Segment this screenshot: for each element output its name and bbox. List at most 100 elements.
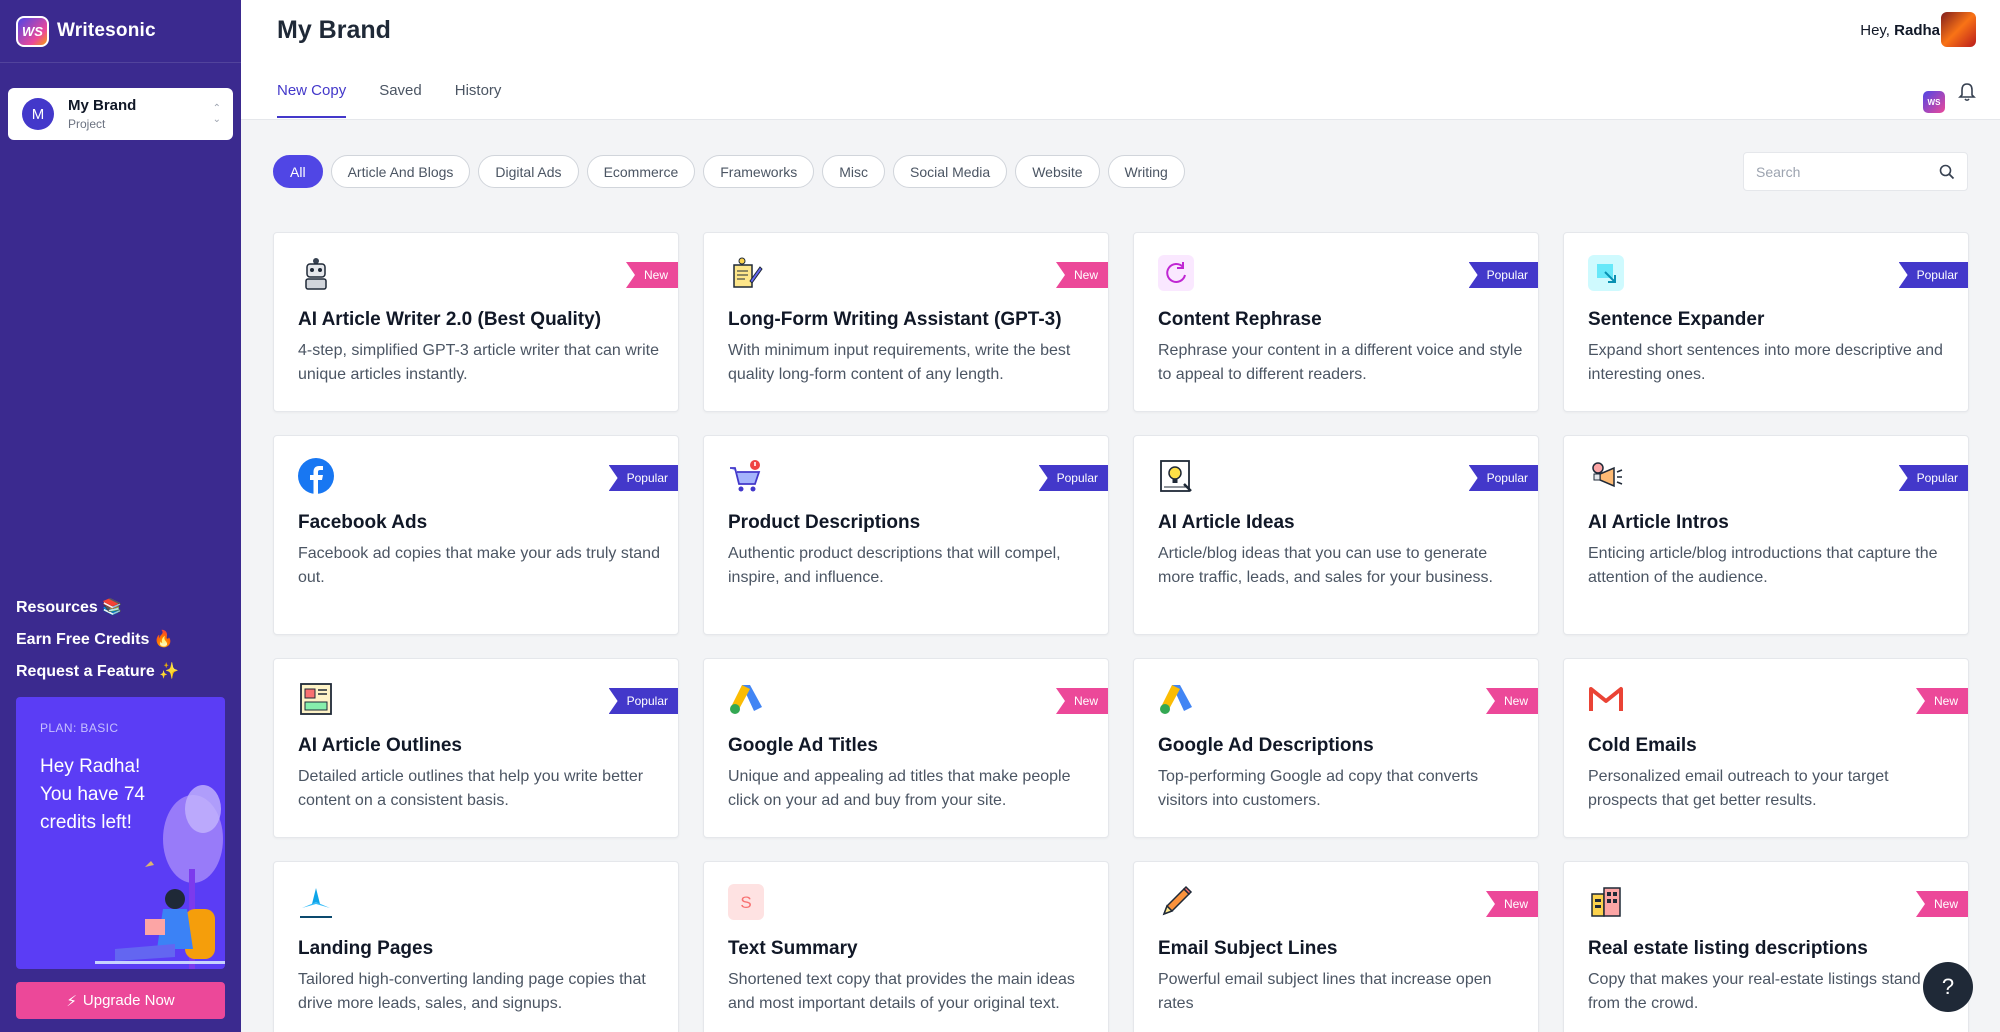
new-badge: New — [1055, 688, 1108, 714]
new-badge: New — [625, 262, 678, 288]
filter-article-and-blogs[interactable]: Article And Blogs — [330, 155, 471, 188]
google-ads-icon — [730, 685, 762, 714]
landing-icon — [300, 888, 332, 918]
card-description: Top-performing Google ad copy that conve… — [1158, 768, 1479, 809]
popular-badge: Popular — [1468, 465, 1538, 491]
writing-pad-icon — [733, 257, 763, 288]
template-card[interactable]: Landing Pages Tailored high-converting l… — [273, 861, 679, 1032]
sidebar-links: Resources 📚 Earn Free Credits 🔥 Request … — [16, 596, 179, 692]
template-card[interactable]: New Long-Form Writing Assistant (GPT-3) … — [703, 232, 1109, 412]
card-description: Rephrase your content in a different voi… — [1158, 342, 1523, 383]
filter-website[interactable]: Website — [1015, 155, 1100, 188]
sidebar-link-earn-credits[interactable]: Earn Free Credits 🔥 — [16, 628, 179, 660]
template-card[interactable]: New Real estate listing descriptions Cop… — [1563, 861, 1969, 1032]
card-title: Landing Pages — [298, 938, 434, 959]
writesonic-logo-icon: WS — [16, 15, 49, 47]
template-card[interactable]: Popular Content Rephrase Rephrase your c… — [1133, 232, 1539, 412]
template-card[interactable]: New Google Ad Descriptions Top-performin… — [1133, 658, 1539, 838]
filter-digital-ads[interactable]: Digital Ads — [478, 155, 579, 188]
filter-all[interactable]: All — [273, 155, 323, 188]
top-header: My Brand Hey, Radha New Copy Saved Histo… — [241, 0, 2000, 120]
category-filters: All Article And Blogs Digital Ads Ecomme… — [273, 155, 1185, 188]
template-card[interactable]: New Google Ad Titles Unique and appealin… — [703, 658, 1109, 838]
card-title: Text Summary — [728, 938, 858, 959]
sidebar-link-request-feature[interactable]: Request a Feature ✨ — [16, 660, 179, 692]
template-card[interactable]: Popular AI Article Ideas Article/blog id… — [1133, 435, 1539, 635]
sidebar: WS Writesonic M My Brand Project ⌃ ⌄ Reso… — [0, 0, 241, 1032]
template-card[interactable]: Popular AI Article Outlines Detailed art… — [273, 658, 679, 838]
tab-history[interactable]: History — [455, 82, 502, 118]
user-avatar[interactable] — [1941, 12, 1976, 47]
lightning-icon: ⚡ — [66, 992, 77, 1010]
popular-badge: Popular — [608, 688, 678, 714]
cart-icon — [730, 460, 761, 492]
upgrade-now-button[interactable]: ⚡ Upgrade Now — [16, 982, 225, 1019]
new-badge: New — [1485, 688, 1538, 714]
plan-label: PLAN: BASIC — [40, 721, 119, 735]
help-button[interactable]: ? — [1923, 962, 1973, 1012]
card-title: AI Article Ideas — [1158, 512, 1295, 533]
search-input[interactable] — [1756, 163, 1939, 180]
filter-ecommerce[interactable]: Ecommerce — [586, 155, 696, 188]
svg-text:S: S — [740, 893, 751, 912]
card-title: Sentence Expander — [1588, 309, 1765, 330]
expand-icon — [1588, 255, 1624, 291]
bell-icon[interactable] — [1958, 82, 1976, 102]
main-tabs: New Copy Saved History — [277, 82, 501, 118]
popular-badge: Popular — [1038, 465, 1108, 491]
template-card[interactable]: New AI Article Writer 2.0 (Best Quality)… — [273, 232, 679, 412]
template-card[interactable]: Popular Sentence Expander Expand short s… — [1563, 232, 1969, 412]
brand-logo[interactable]: WS Writesonic — [0, 0, 241, 63]
plan-card: PLAN: BASIC Hey Radha! You have 74 credi… — [16, 697, 225, 969]
google-ads-icon — [1160, 685, 1192, 714]
new-badge: New — [1915, 688, 1968, 714]
template-card[interactable]: New Cold Emails Personalized email outre… — [1563, 658, 1969, 838]
card-description: Unique and appealing ad titles that make… — [728, 768, 1071, 809]
rephrase-icon — [1158, 255, 1194, 291]
card-description: Personalized email outreach to your targ… — [1588, 768, 1889, 809]
card-description: Powerful email subject lines that increa… — [1158, 971, 1492, 1012]
newspaper-icon — [300, 683, 332, 715]
idea-board-icon — [1160, 460, 1192, 492]
brand-name: Writesonic — [57, 20, 156, 41]
chevron-up-down-icon: ⌃ ⌄ — [212, 103, 221, 125]
pencil-icon — [1162, 885, 1193, 916]
template-card[interactable]: S Text Summary Shortened text copy that … — [703, 861, 1109, 1032]
card-title: Google Ad Titles — [728, 735, 878, 756]
project-selector[interactable]: M My Brand Project ⌃ ⌄ — [8, 88, 233, 140]
template-card[interactable]: Popular AI Article Intros Enticing artic… — [1563, 435, 1969, 635]
card-title: Long-Form Writing Assistant (GPT-3) — [728, 309, 1062, 330]
sidebar-link-resources[interactable]: Resources 📚 — [16, 596, 179, 628]
card-description: Detailed article outlines that help you … — [298, 768, 644, 809]
template-card[interactable]: New Email Subject Lines Powerful email s… — [1133, 861, 1539, 1032]
template-grid: New AI Article Writer 2.0 (Best Quality)… — [273, 232, 1969, 1032]
project-avatar: M — [22, 98, 54, 130]
upgrade-label: Upgrade Now — [82, 992, 175, 1009]
reading-person-illustration-icon — [95, 785, 225, 969]
tab-new-copy[interactable]: New Copy — [277, 82, 347, 118]
card-title: Email Subject Lines — [1158, 938, 1338, 959]
search-icon[interactable] — [1939, 164, 1955, 180]
page-title: My Brand — [277, 16, 391, 44]
robot-icon — [305, 258, 327, 290]
tab-saved[interactable]: Saved — [379, 82, 422, 118]
template-card[interactable]: Popular Facebook Ads Facebook ad copies … — [273, 435, 679, 635]
new-badge: New — [1485, 891, 1538, 917]
user-greeting: Hey, Radha — [1860, 22, 1940, 39]
filter-writing[interactable]: Writing — [1107, 155, 1185, 188]
card-title: Product Descriptions — [728, 512, 921, 533]
filter-misc[interactable]: Misc — [822, 155, 886, 188]
card-description: Authentic product descriptions that will… — [728, 545, 1061, 586]
filter-frameworks[interactable]: Frameworks — [703, 155, 815, 188]
card-title: Google Ad Descriptions — [1158, 735, 1374, 756]
writesonic-app-icon[interactable]: WS — [1923, 91, 1945, 113]
popular-badge: Popular — [1898, 262, 1968, 288]
popular-badge: Popular — [1468, 262, 1538, 288]
card-title: AI Article Outlines — [298, 735, 462, 756]
template-card[interactable]: Popular Product Descriptions Authentic p… — [703, 435, 1109, 635]
card-title: Facebook Ads — [298, 512, 428, 533]
card-description: Shortened text copy that provides the ma… — [728, 971, 1075, 1012]
card-description: Tailored high-converting landing page co… — [298, 971, 646, 1012]
card-description: Enticing article/blog introductions that… — [1588, 545, 1938, 586]
filter-social-media[interactable]: Social Media — [893, 155, 1008, 188]
